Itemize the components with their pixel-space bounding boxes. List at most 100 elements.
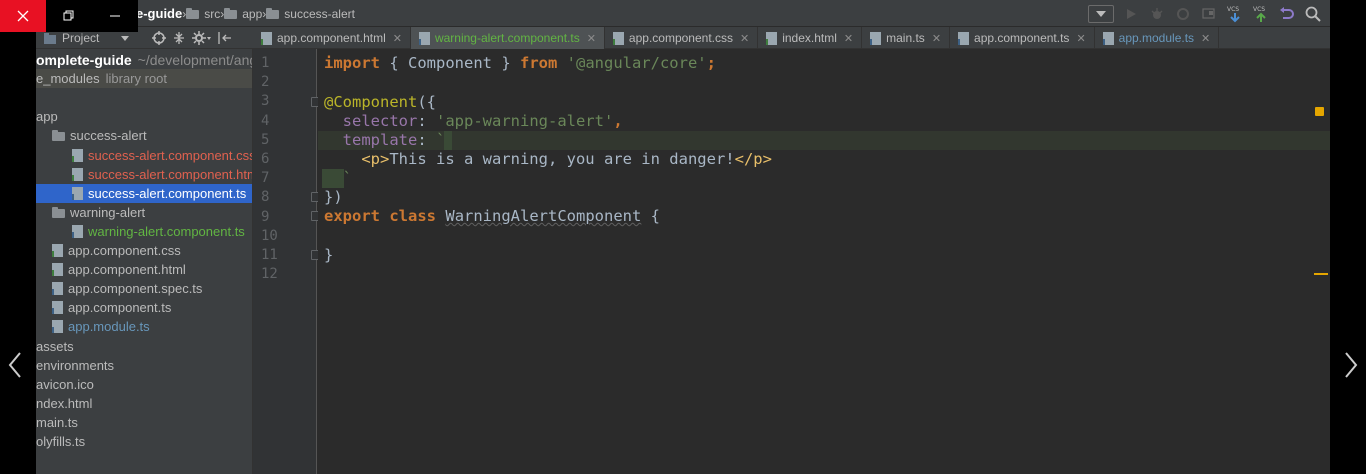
close-tab-icon[interactable]: ✕ [1201,32,1210,45]
minimize-window-button[interactable] [92,0,138,32]
close-tab-icon[interactable]: ✕ [740,32,749,45]
window-controls [0,0,138,32]
line-number: 7 [261,170,270,187]
breadcrumb-success-alert[interactable]: success-alert [266,7,355,21]
ts-file-icon [52,282,64,296]
inspection-status-icon[interactable] [1315,107,1324,116]
tree-item[interactable]: olyfills.ts [36,432,85,451]
previous-button[interactable] [0,345,30,385]
code-editor[interactable]: import { Component } from '@angular/core… [318,49,1330,474]
editor-tab[interactable]: warning-alert.component.ts ✕ [410,27,605,49]
html-file-icon [72,167,84,181]
tree-item[interactable]: app.component.html [36,260,186,279]
tab-label: app.component.html [277,31,386,45]
hide-panel-icon[interactable] [218,31,232,45]
tree-item[interactable]: avicon.ico [36,375,94,394]
editor-tab[interactable]: app.component.css ✕ [605,27,759,49]
prev-arrow-icon [8,352,21,378]
code-token: }) [324,188,343,206]
tree-item-label: avicon.ico [36,376,94,392]
keyword-token: from [519,54,558,72]
editor-tab[interactable]: app.component.html ✕ [253,27,411,49]
project-view-selector[interactable]: Project [44,31,130,45]
code-token: This is a warning, you are in danger! [389,150,735,168]
html-tag-token: <p> [361,150,390,168]
breadcrumb: e-guide › src › app › success-alert [136,0,355,27]
ts-file-icon [870,31,882,45]
stop-button[interactable] [1196,0,1222,27]
ts-file-icon [52,320,64,334]
line-number: 9 [261,208,270,225]
tree-item[interactable]: warning-alert [36,203,145,222]
tree-item[interactable]: e_modules library root [36,69,252,89]
chevron-down-icon [1096,10,1106,17]
debug-button[interactable] [1144,0,1170,27]
css-file-icon [72,148,84,162]
code-line-4: selector: 'app-warning-alert', [324,112,623,131]
run-configuration-dropdown[interactable] [1088,4,1114,23]
project-panel-title: Project [62,31,100,45]
ide-window: e-guide › src › app › success-alert VCS … [36,0,1330,474]
html-tag-token: </p> [734,150,772,168]
code-line-7: ` [324,169,352,188]
close-tab-icon[interactable]: ✕ [1076,32,1085,45]
tree-item[interactable]: omplete-guide ~/development/ang [36,50,252,69]
html-file-icon [766,31,778,45]
tree-item[interactable]: main.ts [36,413,78,432]
undo-button[interactable] [1274,0,1300,27]
next-button[interactable] [1336,345,1366,385]
search-everywhere-button[interactable] [1300,0,1326,27]
tree-item-label: warning-alert [70,204,146,220]
tree-item[interactable]: warning-alert.component.ts [36,222,245,241]
tab-label: app.component.ts [974,31,1070,45]
tree-item[interactable]: success-alert.component.html [36,165,252,184]
editor-tab[interactable]: index.html ✕ [758,27,863,49]
tree-item[interactable]: app.component.ts [36,298,171,317]
coverage-button[interactable] [1170,0,1196,27]
tree-item[interactable]: success-alert.component.css [36,146,252,165]
html-file-icon [261,31,273,45]
class-name-token: WarningAlertComponent [445,207,642,225]
breadcrumb-app[interactable]: app [224,7,262,21]
tree-item-label: app.component.css [68,243,181,258]
run-icon [1127,8,1136,19]
gear-icon[interactable] [192,31,212,45]
collapse-all-icon[interactable] [172,31,186,45]
tree-item[interactable]: app [36,107,58,126]
line-number: 10 [261,227,278,244]
tree-item[interactable]: ndex.html [36,394,92,413]
vcs-update-button[interactable]: VCS [1222,0,1248,27]
close-tab-icon[interactable]: ✕ [587,32,596,45]
tree-item[interactable]: app.module.ts [36,317,150,336]
editor-tab[interactable]: main.ts ✕ [862,27,951,49]
breadcrumb-src[interactable]: src [186,7,220,21]
vcs-commit-button[interactable]: VCS [1248,0,1274,27]
chevron-down-icon [121,35,130,41]
close-tab-icon[interactable]: ✕ [393,32,402,45]
scroll-from-source-icon[interactable] [152,31,166,45]
tree-item[interactable]: app.component.spec.ts [36,279,202,298]
close-tab-icon[interactable]: ✕ [844,32,853,45]
tree-item[interactable]: success-alert [36,126,147,145]
tree-item-label: app [36,109,58,125]
editor-tab[interactable]: app.module.ts ✕ [1095,27,1220,49]
run-button[interactable] [1118,0,1144,27]
tree-item-label: app.component.spec.ts [68,281,203,297]
ts-file-icon [958,31,970,45]
svg-text:VCS: VCS [1227,6,1239,13]
close-tab-icon[interactable]: ✕ [932,32,941,45]
restore-window-button[interactable] [46,0,92,32]
warning-stripe-marker[interactable] [1314,273,1328,275]
line-number: 12 [261,266,278,283]
tree-item[interactable]: environments [36,356,114,375]
tree-item[interactable]: app.component.css [36,241,181,260]
folder-icon [186,8,200,19]
tree-item-label: olyfills.ts [36,434,86,449]
close-window-button[interactable] [0,0,46,32]
tree-item[interactable]: success-alert.component.ts [36,183,252,203]
tree-item[interactable]: assets [36,337,74,356]
property-token: selector [324,112,418,130]
code-token: , [613,112,623,130]
editor-tab[interactable]: app.component.ts ✕ [950,27,1095,49]
breadcrumb-project[interactable]: e-guide [136,6,182,21]
